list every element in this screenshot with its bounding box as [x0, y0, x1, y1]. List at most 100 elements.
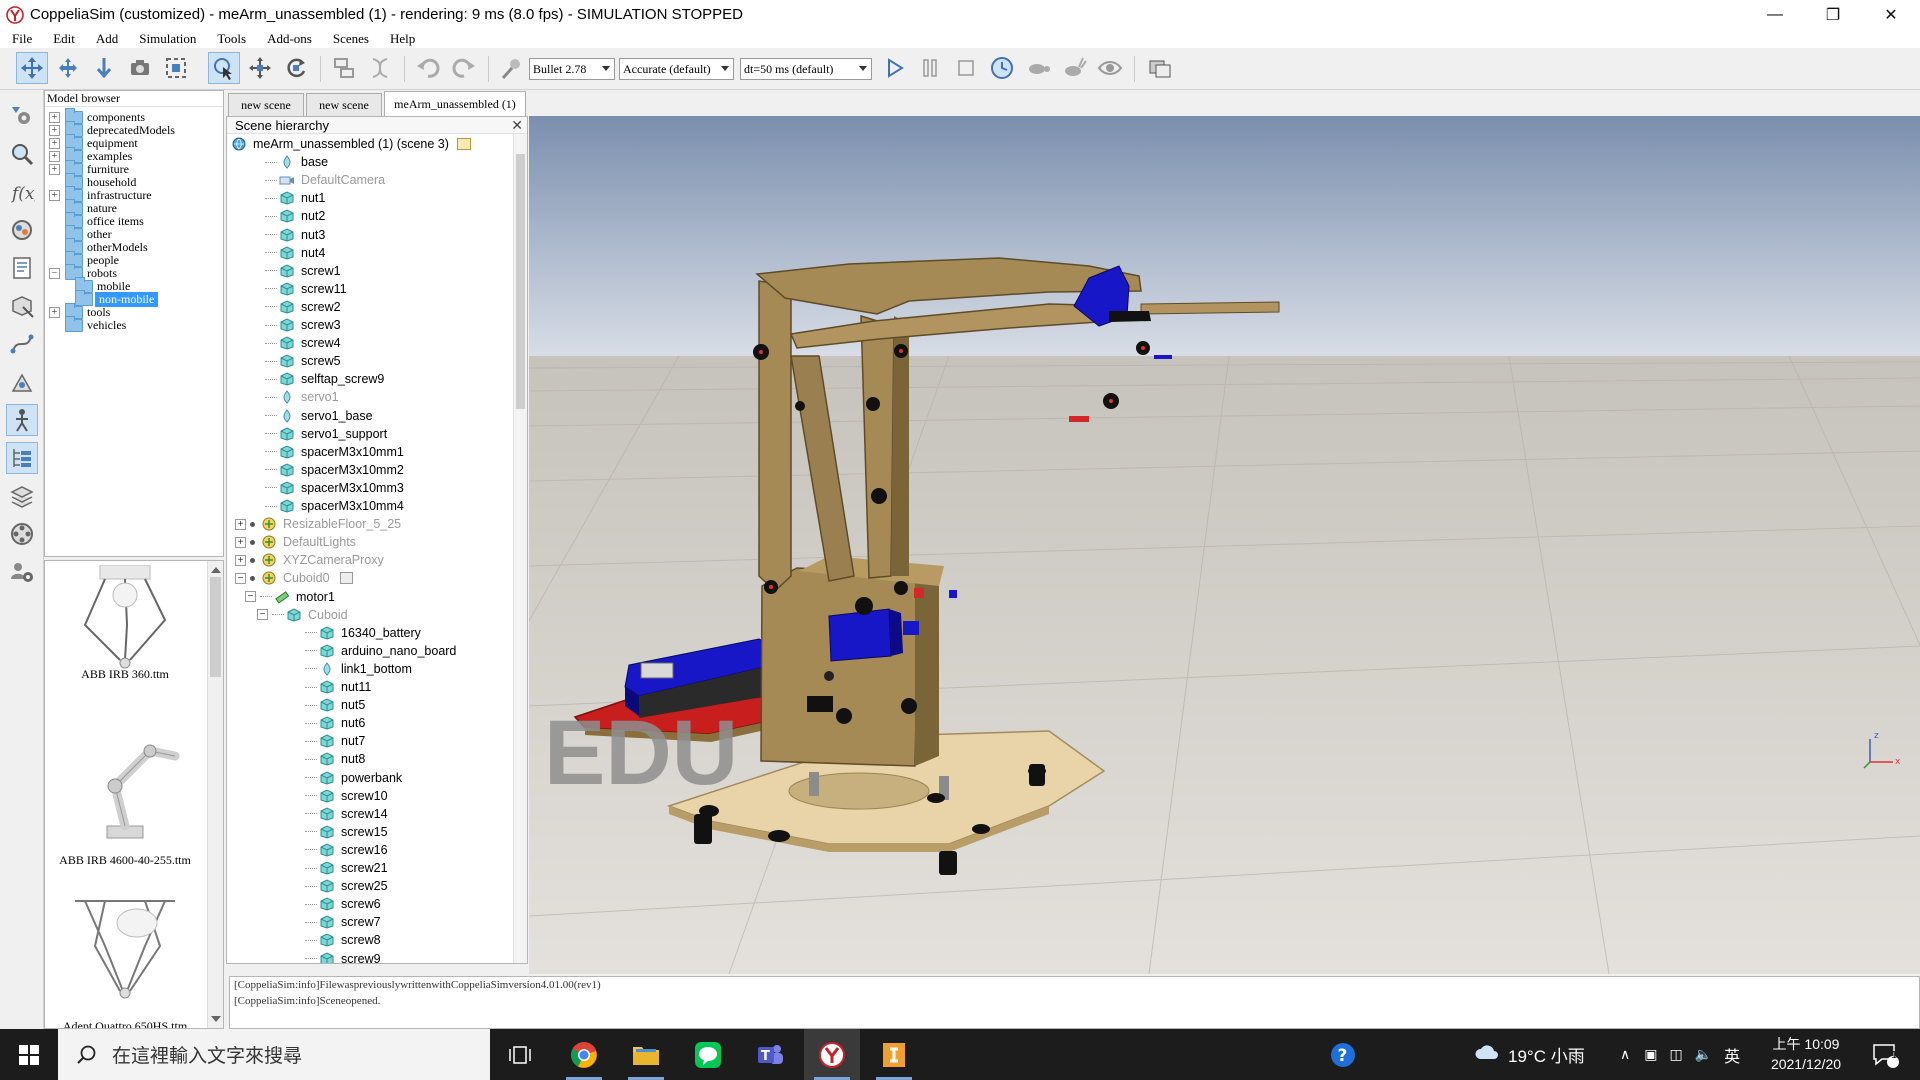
- scene-object-item[interactable]: selftap_screw9: [265, 370, 384, 388]
- scene-object-item[interactable]: screw3: [265, 316, 341, 334]
- maximize-button[interactable]: ❐: [1804, 0, 1862, 29]
- scene-object-item[interactable]: screw7: [305, 913, 381, 931]
- volume-mute-icon[interactable]: 🔈: [1695, 1046, 1712, 1063]
- scene-object-item[interactable]: + ResizableFloor_5_25: [235, 515, 401, 533]
- scrollbar-thumb[interactable]: [210, 577, 221, 677]
- calculation-modules-button[interactable]: f(x): [6, 176, 38, 208]
- scene-object-item[interactable]: spacerM3x10mm1: [265, 443, 404, 461]
- scene-hierarchy-toggle-button[interactable]: [6, 442, 38, 474]
- stop-simulation-button[interactable]: [950, 52, 982, 84]
- collapse-icon[interactable]: −: [49, 267, 60, 279]
- scene-object-item[interactable]: servo1: [265, 388, 339, 406]
- model-folder-item[interactable]: vehicles: [49, 315, 126, 333]
- expand-icon[interactable]: +: [235, 518, 246, 530]
- redo-button[interactable]: [448, 52, 480, 84]
- scene-object-item[interactable]: + DefaultLights: [235, 533, 356, 551]
- ime-indicator[interactable]: 英: [1724, 1043, 1740, 1067]
- menu-scenes[interactable]: Scenes: [321, 31, 378, 47]
- minimize-button[interactable]: —: [1746, 0, 1804, 29]
- scene-object-item[interactable]: nut8: [305, 750, 365, 768]
- scene-object-item[interactable]: arduino_nano_board: [305, 642, 456, 660]
- chrome-app-button[interactable]: [556, 1029, 612, 1080]
- scene-object-item[interactable]: − Cuboid0: [235, 569, 353, 587]
- scene-object-item[interactable]: link1_bottom: [305, 660, 412, 678]
- expand-icon[interactable]: +: [49, 111, 60, 123]
- expand-icon[interactable]: +: [49, 124, 60, 136]
- scene-object-item[interactable]: screw5: [265, 352, 341, 370]
- scroll-up-icon[interactable]: [211, 567, 221, 573]
- scene-object-item[interactable]: screw11: [265, 280, 347, 298]
- menu-addons[interactable]: Add-ons: [255, 31, 321, 47]
- camera-pan-button[interactable]: [16, 52, 48, 84]
- camera-rotate-button[interactable]: [52, 52, 84, 84]
- taskbar-search-box[interactable]: 在這裡輸入文字來搜尋: [58, 1029, 490, 1080]
- undo-button[interactable]: [412, 52, 444, 84]
- line-app-button[interactable]: [680, 1029, 736, 1080]
- scene-object-item[interactable]: screw9: [305, 950, 381, 963]
- scene-object-item[interactable]: nut7: [305, 732, 365, 750]
- scene-object-item[interactable]: screw10: [305, 787, 388, 805]
- editor-app-button[interactable]: [866, 1029, 922, 1080]
- tab-new-scene-1[interactable]: new scene: [228, 93, 304, 116]
- scene-object-item[interactable]: screw14: [305, 805, 388, 823]
- task-view-button[interactable]: [492, 1029, 548, 1080]
- scene-object-item[interactable]: screw4: [265, 334, 341, 352]
- realtime-button[interactable]: [986, 52, 1018, 84]
- scene-object-item[interactable]: − motor1: [245, 588, 335, 606]
- menu-tools[interactable]: Tools: [205, 31, 255, 47]
- scene-object-item[interactable]: screw6: [305, 895, 381, 913]
- object-shift-button[interactable]: [244, 52, 276, 84]
- scene-object-item[interactable]: servo1_support: [265, 425, 387, 443]
- camera-shift-button[interactable]: [88, 52, 120, 84]
- expand-icon[interactable]: +: [49, 137, 60, 149]
- expand-icon[interactable]: +: [235, 536, 246, 548]
- scene-object-item[interactable]: screw8: [305, 931, 381, 949]
- collections-button[interactable]: [6, 214, 38, 246]
- menu-help[interactable]: Help: [378, 31, 424, 47]
- scene-object-item[interactable]: base: [265, 153, 328, 171]
- weather-widget[interactable]: 19°C 小雨: [1474, 1029, 1585, 1080]
- scene-object-item[interactable]: spacerM3x10mm4: [265, 497, 404, 515]
- visualization-toggle-button[interactable]: [1094, 52, 1126, 84]
- scene-object-item[interactable]: screw21: [305, 859, 388, 877]
- notification-center-button[interactable]: 1: [1870, 1029, 1900, 1080]
- status-console[interactable]: [CoppeliaSim:info]Filewaspreviouslywritt…: [229, 976, 1920, 1029]
- engine-accuracy-select[interactable]: Accurate (default): [619, 58, 734, 80]
- scene-object-item[interactable]: nut3: [265, 226, 325, 244]
- scene-object-item[interactable]: − Cuboid: [257, 606, 348, 624]
- speed-up-button[interactable]: [1058, 52, 1090, 84]
- scene-object-item[interactable]: spacerM3x10mm3: [265, 479, 404, 497]
- tab-new-scene-2[interactable]: new scene: [306, 93, 382, 116]
- child-script-icon[interactable]: [339, 572, 353, 585]
- scene-object-item[interactable]: nut11: [305, 678, 371, 696]
- model-thumbnail[interactable]: ABB IRB 360.ttm: [45, 565, 205, 735]
- scene-object-item[interactable]: nut2: [265, 207, 325, 225]
- layers-button[interactable]: [6, 480, 38, 512]
- scene-object-item[interactable]: nut4: [265, 244, 325, 262]
- scene-script-icon[interactable]: [456, 138, 471, 150]
- scrollbar-thumb[interactable]: [516, 154, 525, 409]
- assemble-button[interactable]: [328, 52, 360, 84]
- user-settings-button[interactable]: [6, 556, 38, 588]
- object-properties-button[interactable]: [6, 138, 38, 170]
- scripts-button[interactable]: [6, 252, 38, 284]
- physics-engine-select[interactable]: Bullet 2.78: [529, 58, 615, 80]
- menu-add[interactable]: Add: [84, 31, 127, 47]
- selection-button[interactable]: [6, 366, 38, 398]
- scene-object-item[interactable]: + XYZCameraProxy: [235, 551, 384, 569]
- taskbar-clock[interactable]: 上午 10:09 2021/12/20: [1758, 1034, 1854, 1074]
- simulation-settings-button[interactable]: [6, 100, 38, 132]
- menu-file[interactable]: File: [0, 31, 41, 47]
- collapse-icon[interactable]: −: [235, 572, 246, 584]
- start-simulation-button[interactable]: [878, 52, 910, 84]
- expand-icon[interactable]: +: [49, 163, 60, 175]
- scene-object-item[interactable]: 16340_battery: [305, 624, 421, 642]
- transfer-dna-button[interactable]: [364, 52, 396, 84]
- scene-object-item[interactable]: nut6: [305, 714, 365, 732]
- collapse-icon[interactable]: −: [257, 609, 268, 621]
- dynamics-toggle-button[interactable]: [496, 52, 528, 84]
- slow-down-button[interactable]: [1022, 52, 1054, 84]
- fit-to-view-button[interactable]: [160, 52, 192, 84]
- scene-object-item[interactable]: nut1: [265, 189, 325, 207]
- expand-icon[interactable]: +: [49, 150, 60, 162]
